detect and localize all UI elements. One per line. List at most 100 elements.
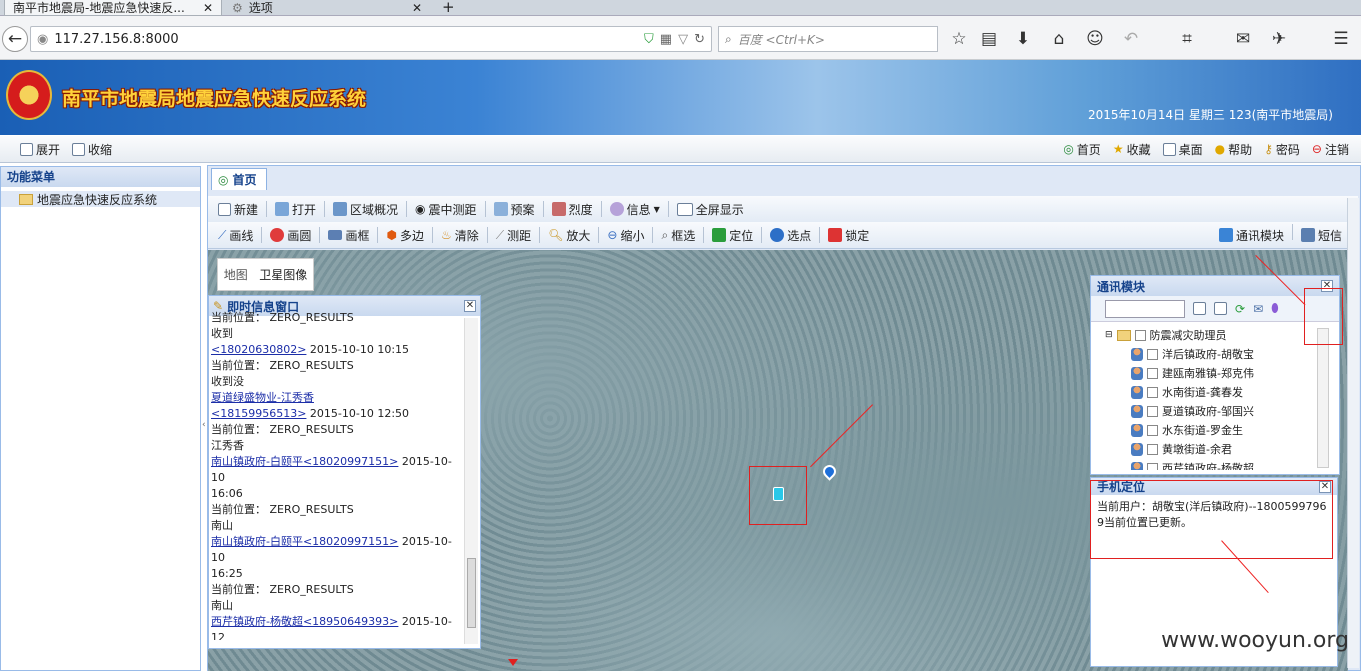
locate-button[interactable]: 定位 bbox=[706, 224, 759, 246]
contact-link[interactable]: 夏道绿盛物业-江秀香 bbox=[211, 391, 314, 404]
back-button[interactable]: ← bbox=[2, 26, 28, 52]
undo-icon[interactable]: ↶ bbox=[1118, 26, 1144, 52]
list-icon[interactable] bbox=[1214, 302, 1227, 315]
reload-icon[interactable]: ↻ bbox=[694, 32, 705, 47]
draw-rect-button[interactable]: 画框 bbox=[322, 224, 375, 246]
sms-button[interactable]: 短信 bbox=[1295, 224, 1348, 246]
contact-checkbox[interactable] bbox=[1147, 425, 1158, 436]
search-icon[interactable] bbox=[1193, 302, 1206, 315]
box-select-button[interactable]: ⌕ 框选 bbox=[655, 224, 701, 246]
map-toolbar-drawing: ⟋ 画线 画圆 画框 ⬢ 多边 ♨ 清除 ⟋ 测距 🔍︎ 放大 ⊖ 缩小 ⌕ 框选 定位 选点… bbox=[208, 222, 1358, 249]
star-icon[interactable]: ☆ bbox=[946, 26, 972, 52]
info-line: 收到 bbox=[211, 326, 465, 342]
contact-item[interactable]: 水东街道-罗金生 bbox=[1105, 421, 1311, 440]
contact-item[interactable]: 西芹镇政府-杨敬超 bbox=[1105, 459, 1311, 470]
new-button[interactable]: 新建 bbox=[212, 198, 264, 220]
close-icon[interactable]: ✕ bbox=[203, 2, 213, 14]
url-bar[interactable]: ◉ 117.27.156.8:8000 ⛉ ▦ ▽ ↻ bbox=[30, 26, 712, 52]
new-tab-button[interactable]: + bbox=[442, 0, 455, 16]
logout-button[interactable]: ⊖ 注销 bbox=[1306, 138, 1355, 160]
draw-circle-button[interactable]: 画圆 bbox=[264, 224, 317, 246]
reader-icon[interactable]: ▤ bbox=[976, 26, 1002, 52]
expand-button[interactable]: 展开 bbox=[14, 138, 66, 160]
help-button[interactable]: ● 帮助 bbox=[1209, 138, 1259, 160]
contact-link[interactable]: <18159956513> bbox=[211, 407, 306, 420]
contact-item[interactable]: 建瓯南雅镇-郑克伟 bbox=[1105, 364, 1311, 383]
app-toolbar-right: ◎ 首页 ★ 收藏 桌面 ● 帮助 ⚷ 密码 ⊖ 注销 bbox=[1057, 138, 1361, 160]
crop-icon[interactable]: ⌗ bbox=[1174, 26, 1200, 52]
chat-icon[interactable]: ☺ bbox=[1082, 26, 1108, 52]
select-point-button[interactable]: 选点 bbox=[764, 224, 817, 246]
map-type-satellite[interactable]: 卫星图像 bbox=[259, 266, 307, 283]
region-overview-button[interactable]: 区域概况 bbox=[327, 198, 404, 220]
contact-item[interactable]: 洋后镇政府-胡敬宝 bbox=[1105, 345, 1311, 364]
download-icon[interactable]: ⬇ bbox=[1010, 26, 1036, 52]
contact-checkbox[interactable] bbox=[1147, 368, 1158, 379]
qr-icon[interactable]: ▦ bbox=[660, 32, 672, 47]
contact-item[interactable]: 夏道镇政府-邹国兴 bbox=[1105, 402, 1311, 421]
contact-checkbox[interactable] bbox=[1147, 406, 1158, 417]
contact-link[interactable]: 西芹镇政府-杨敬超<18950649393> bbox=[211, 615, 398, 628]
tree-group[interactable]: ⊟ 防震减灾助理员 bbox=[1105, 326, 1311, 345]
contact-checkbox[interactable] bbox=[1147, 349, 1158, 360]
draw-line-button[interactable]: ⟋ 画线 bbox=[212, 224, 259, 246]
contact-link[interactable]: 南山镇政府-白颐平<18020997151> bbox=[211, 535, 398, 548]
password-button[interactable]: ⚷ 密码 bbox=[1258, 138, 1306, 160]
vertical-scrollbar[interactable] bbox=[1347, 198, 1359, 668]
divider bbox=[703, 227, 705, 243]
person-icon bbox=[1131, 348, 1143, 361]
message-icon[interactable]: ✉ bbox=[1230, 26, 1256, 52]
intensity-button[interactable]: 烈度 bbox=[546, 198, 599, 220]
search-input[interactable]: ⌕ 百度 <Ctrl+K> bbox=[718, 26, 938, 52]
menu-icon[interactable]: ☰ bbox=[1328, 26, 1354, 52]
zoom-in-button[interactable]: 🔍︎ 放大 bbox=[542, 224, 596, 246]
contact-scrollbar[interactable] bbox=[1317, 328, 1329, 468]
contact-checkbox[interactable] bbox=[1147, 387, 1158, 398]
plan-button[interactable]: 预案 bbox=[488, 198, 541, 220]
browser-tab-options[interactable]: ⚙ 选项 ✕ bbox=[224, 0, 430, 16]
zoom-out-button[interactable]: ⊖ 缩小 bbox=[601, 224, 650, 246]
open-button[interactable]: 打开 bbox=[269, 198, 322, 220]
extension-icon[interactable]: ✈ bbox=[1266, 26, 1292, 52]
close-icon[interactable]: ✕ bbox=[412, 2, 422, 14]
info-dropdown-button[interactable]: 信息 ▼ bbox=[604, 198, 666, 220]
clear-button[interactable]: ♨ 清除 bbox=[435, 224, 485, 246]
scroll-thumb[interactable] bbox=[467, 558, 476, 628]
epicenter-distance-button[interactable]: ◉ 震中测距 bbox=[409, 198, 483, 220]
close-icon[interactable]: ✕ bbox=[464, 300, 476, 312]
collapse-icon[interactable]: ⊟ bbox=[1105, 326, 1113, 345]
info-scrollbar[interactable] bbox=[464, 318, 478, 644]
sidebar-item-emergency-system[interactable]: 地震应急快速反应系统 bbox=[1, 191, 200, 207]
comm-module-button[interactable]: 通讯模块 bbox=[1213, 224, 1290, 246]
person-icon bbox=[1131, 424, 1143, 437]
fullscreen-button[interactable]: 全屏显示 bbox=[671, 198, 750, 220]
draw-polygon-button[interactable]: ⬢ 多边 bbox=[380, 224, 430, 246]
contact-item[interactable]: 黄墩街道-余君 bbox=[1105, 440, 1311, 459]
target-icon: ◉ bbox=[415, 202, 426, 216]
map-type-map[interactable]: 地图 bbox=[224, 266, 248, 283]
lock-button[interactable]: 锁定 bbox=[822, 224, 875, 246]
collapse-button[interactable]: 收缩 bbox=[66, 138, 118, 160]
contact-checkbox[interactable] bbox=[1147, 444, 1158, 455]
contact-link[interactable]: 南山镇政府-白颐平<18020997151> bbox=[211, 455, 398, 468]
contact-search-input[interactable] bbox=[1105, 299, 1185, 318]
sms-label: 短信 bbox=[1317, 228, 1342, 243]
contact-link[interactable]: <18020630802> bbox=[211, 343, 306, 356]
contact-checkbox[interactable] bbox=[1147, 463, 1158, 470]
refresh-icon[interactable]: ⟳ bbox=[1235, 302, 1245, 316]
mail-icon[interactable]: ✉ bbox=[1253, 302, 1263, 316]
desktop-button[interactable]: 桌面 bbox=[1157, 138, 1209, 160]
browser-tab-active[interactable]: 南平市地震局-地震应急快速反... ✕ bbox=[4, 0, 222, 16]
url-text: 117.27.156.8:8000 bbox=[54, 31, 179, 47]
contact-item[interactable]: 水南街道-龚春发 bbox=[1105, 383, 1311, 402]
location-marker-icon[interactable]: ⬮ bbox=[1271, 301, 1279, 316]
home-label: 首页 bbox=[1076, 142, 1101, 157]
info-line: 16:25 bbox=[211, 566, 465, 582]
measure-button[interactable]: ⟋ 测距 bbox=[490, 224, 537, 246]
favorites-button[interactable]: ★ 收藏 bbox=[1107, 138, 1157, 160]
dropdown-icon[interactable]: ▽ bbox=[678, 32, 688, 47]
home-icon[interactable]: ⌂ bbox=[1046, 26, 1072, 52]
group-checkbox[interactable] bbox=[1134, 330, 1146, 341]
home-button[interactable]: ◎ 首页 bbox=[1057, 138, 1107, 160]
tab-home[interactable]: ◎ 首页 bbox=[211, 168, 267, 190]
